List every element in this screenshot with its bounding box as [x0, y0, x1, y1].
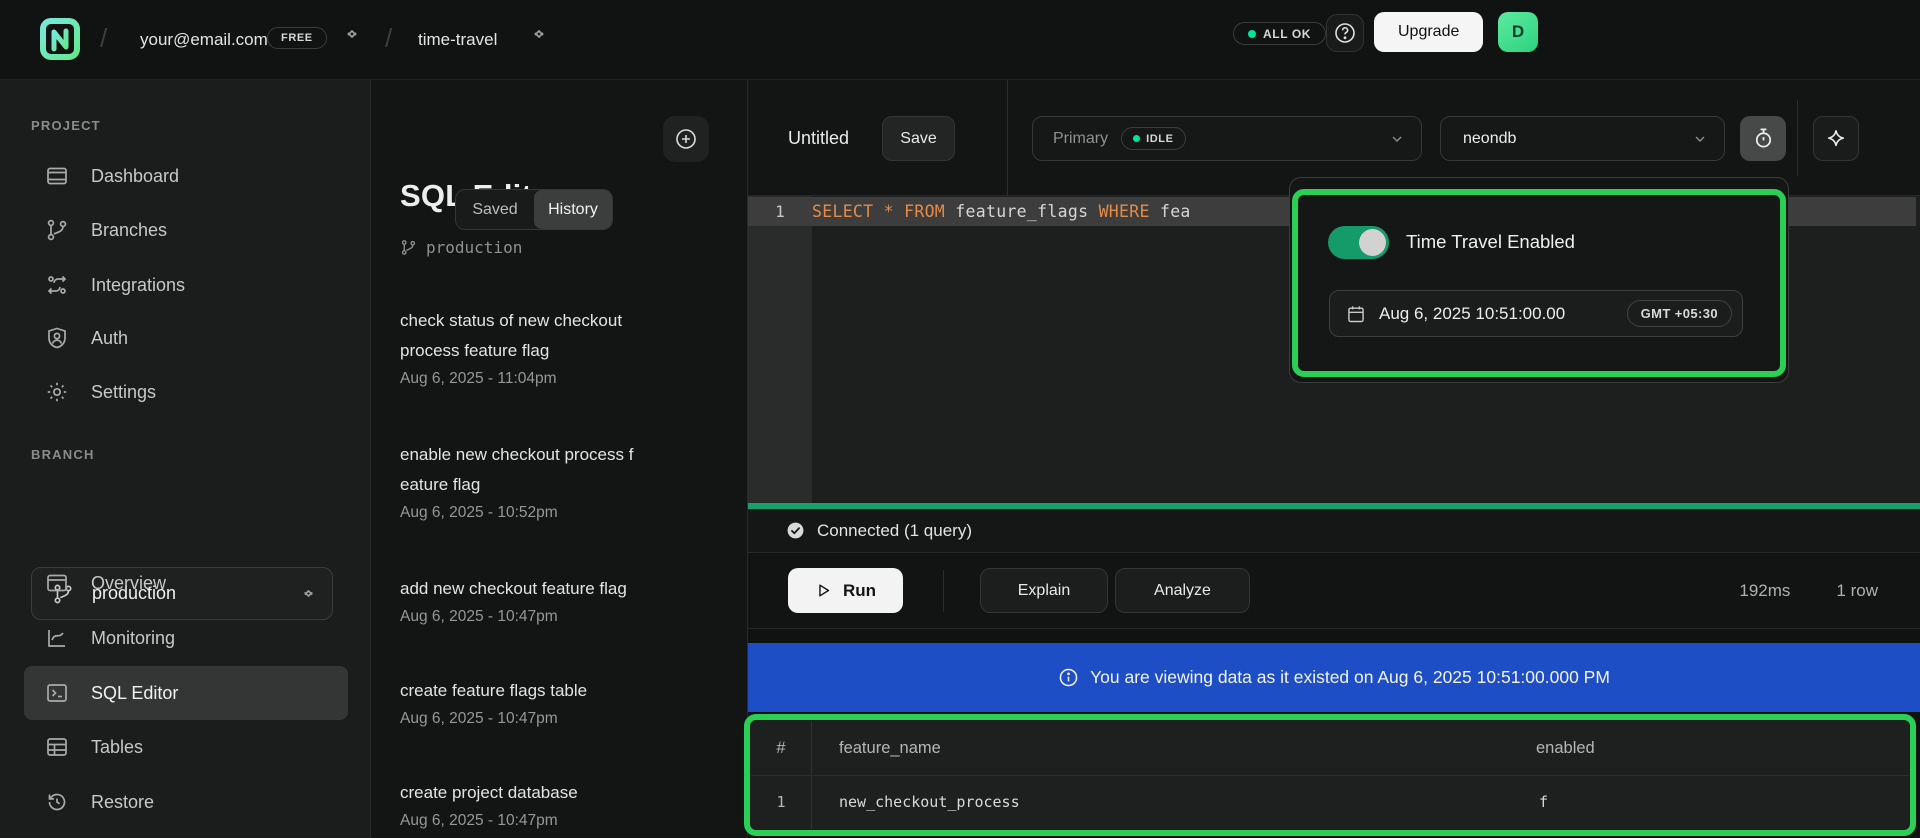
time-travel-toggle[interactable] — [1328, 226, 1389, 259]
restore-icon — [45, 790, 69, 814]
check-circle-icon — [786, 521, 805, 540]
compute-status-badge: IDLE — [1121, 127, 1185, 150]
plan-badge: FREE — [267, 27, 327, 49]
history-item[interactable]: create feature flags table Aug 6, 2025 -… — [400, 676, 650, 728]
tab-history[interactable]: History — [534, 190, 612, 229]
sidebar-item-overview[interactable]: Overview — [24, 556, 348, 610]
account-switcher-icon[interactable] — [346, 26, 358, 42]
plus-circle-icon — [674, 127, 698, 151]
sidebar-item-auth[interactable]: Auth — [24, 311, 348, 365]
neon-console: / your@email.com FREE / time-travel ALL … — [0, 0, 1920, 838]
query-duration: 192ms — [1739, 581, 1790, 601]
database-selector[interactable]: neondb — [1440, 116, 1725, 161]
avatar[interactable]: D — [1498, 12, 1538, 52]
project-switcher-icon[interactable] — [533, 26, 545, 42]
datetime-value: Aug 6, 2025 10:51:00.00 — [1379, 304, 1614, 324]
calendar-icon — [1346, 304, 1366, 324]
status-dot — [1248, 30, 1256, 38]
query-row-count: 1 row — [1836, 581, 1878, 601]
history-item[interactable]: check status of new checkout process fea… — [400, 306, 650, 388]
cell-feature-name: new_checkout_process — [839, 793, 1020, 811]
sidebar-item-integrations[interactable]: Integrations — [24, 258, 348, 312]
settings-icon — [45, 380, 69, 404]
results-table: # feature_name enabled 1 new_checkout_pr… — [751, 721, 1909, 829]
table-header-row: # feature_name enabled — [751, 721, 1909, 775]
query-actions-bar: Run Explain Analyze 192ms 1 row — [748, 553, 1920, 628]
stopwatch-icon — [1752, 127, 1775, 150]
new-query-button[interactable] — [663, 116, 709, 162]
sql-editor-icon — [45, 681, 69, 705]
branch-icon — [400, 239, 417, 256]
auth-icon — [45, 326, 69, 350]
time-travel-banner: You are viewing data as it existed on Au… — [748, 643, 1920, 712]
connection-status-bar: Connected (1 query) — [748, 509, 1920, 553]
idle-dot — [1133, 135, 1140, 142]
breadcrumb-account[interactable]: your@email.com — [140, 30, 268, 50]
sidebar: PROJECT Dashboard Branches Integrations … — [0, 80, 371, 838]
timezone-badge: GMT +05:30 — [1627, 300, 1732, 327]
info-icon — [1058, 667, 1079, 688]
connection-status-text: Connected (1 query) — [817, 521, 972, 541]
breadcrumb-project[interactable]: time-travel — [418, 30, 497, 50]
sidebar-item-tables[interactable]: Tables — [24, 720, 348, 774]
sidebar-item-monitoring[interactable]: Monitoring — [24, 611, 348, 665]
compute-selector[interactable]: Primary IDLE — [1032, 116, 1422, 161]
upgrade-button[interactable]: Upgrade — [1374, 12, 1483, 52]
chevron-down-icon — [1389, 131, 1405, 147]
save-button[interactable]: Save — [882, 116, 955, 161]
col-header-feature-name: feature_name — [839, 739, 941, 758]
time-travel-toggle-label: Time Travel Enabled — [1406, 225, 1575, 258]
time-travel-button[interactable] — [1740, 116, 1786, 161]
col-header-enabled: enabled — [1536, 739, 1595, 758]
chevron-down-icon — [1692, 131, 1708, 147]
history-item[interactable]: create project database Aug 6, 2025 - 10… — [400, 778, 650, 830]
run-button[interactable]: Run — [788, 568, 903, 613]
sidebar-item-dashboard[interactable]: Dashboard — [24, 149, 348, 203]
play-icon — [815, 582, 832, 599]
breadcrumb-slash: / — [100, 23, 107, 54]
line-number: 1 — [748, 202, 812, 221]
sidebar-section-project: PROJECT — [31, 118, 101, 133]
monitoring-icon — [45, 626, 69, 650]
toggle-knob — [1359, 229, 1386, 256]
top-header: / your@email.com FREE / time-travel ALL … — [0, 0, 1920, 80]
sidebar-item-sql-editor[interactable]: SQL Editor — [24, 666, 348, 720]
editor-gutter — [748, 196, 812, 503]
overview-icon — [45, 571, 69, 595]
sidebar-item-restore[interactable]: Restore — [24, 775, 348, 829]
table-row[interactable]: 1 new_checkout_process f — [751, 775, 1909, 829]
query-tab-title[interactable]: Untitled — [788, 80, 849, 196]
query-stats: 192ms 1 row — [1739, 553, 1878, 628]
help-icon — [1333, 21, 1357, 45]
sidebar-item-settings[interactable]: Settings — [24, 365, 348, 419]
status-badge[interactable]: ALL OK — [1233, 22, 1326, 45]
saved-history-tabs: Saved History — [455, 189, 613, 230]
sql-editor-panel: SQL Editor production Saved History chec… — [371, 80, 748, 838]
integrations-icon — [45, 273, 69, 297]
help-button[interactable] — [1326, 14, 1364, 52]
datetime-picker[interactable]: Aug 6, 2025 10:51:00.00 GMT +05:30 — [1329, 290, 1743, 337]
dashboard-icon — [45, 164, 69, 188]
results-table-highlight: # feature_name enabled 1 new_checkout_pr… — [744, 714, 1916, 836]
tab-saved[interactable]: Saved — [456, 190, 534, 229]
col-header-index: # — [751, 739, 811, 758]
sparkle-icon — [1825, 128, 1847, 150]
sidebar-item-branches[interactable]: Branches — [24, 203, 348, 257]
history-item[interactable]: add new checkout feature flag Aug 6, 202… — [400, 574, 650, 626]
panel-branch: production — [400, 238, 522, 257]
ai-assist-button[interactable] — [1813, 116, 1859, 161]
explain-button[interactable]: Explain — [980, 568, 1108, 613]
sidebar-section-branch: BRANCH — [31, 447, 95, 462]
breadcrumb-slash: / — [385, 23, 392, 54]
cell-index: 1 — [751, 793, 811, 811]
sql-query-text: SELECT * FROM feature_flags WHERE fea — [812, 202, 1191, 221]
tables-icon — [45, 735, 69, 759]
branches-icon — [45, 218, 69, 242]
history-item[interactable]: enable new checkout process f eature fla… — [400, 440, 650, 522]
time-travel-popover-highlight: Time Travel Enabled Aug 6, 2025 10:51:00… — [1292, 189, 1786, 377]
neon-logo-icon[interactable] — [38, 17, 82, 61]
analyze-button[interactable]: Analyze — [1115, 568, 1250, 613]
cell-enabled: f — [1539, 793, 1548, 811]
